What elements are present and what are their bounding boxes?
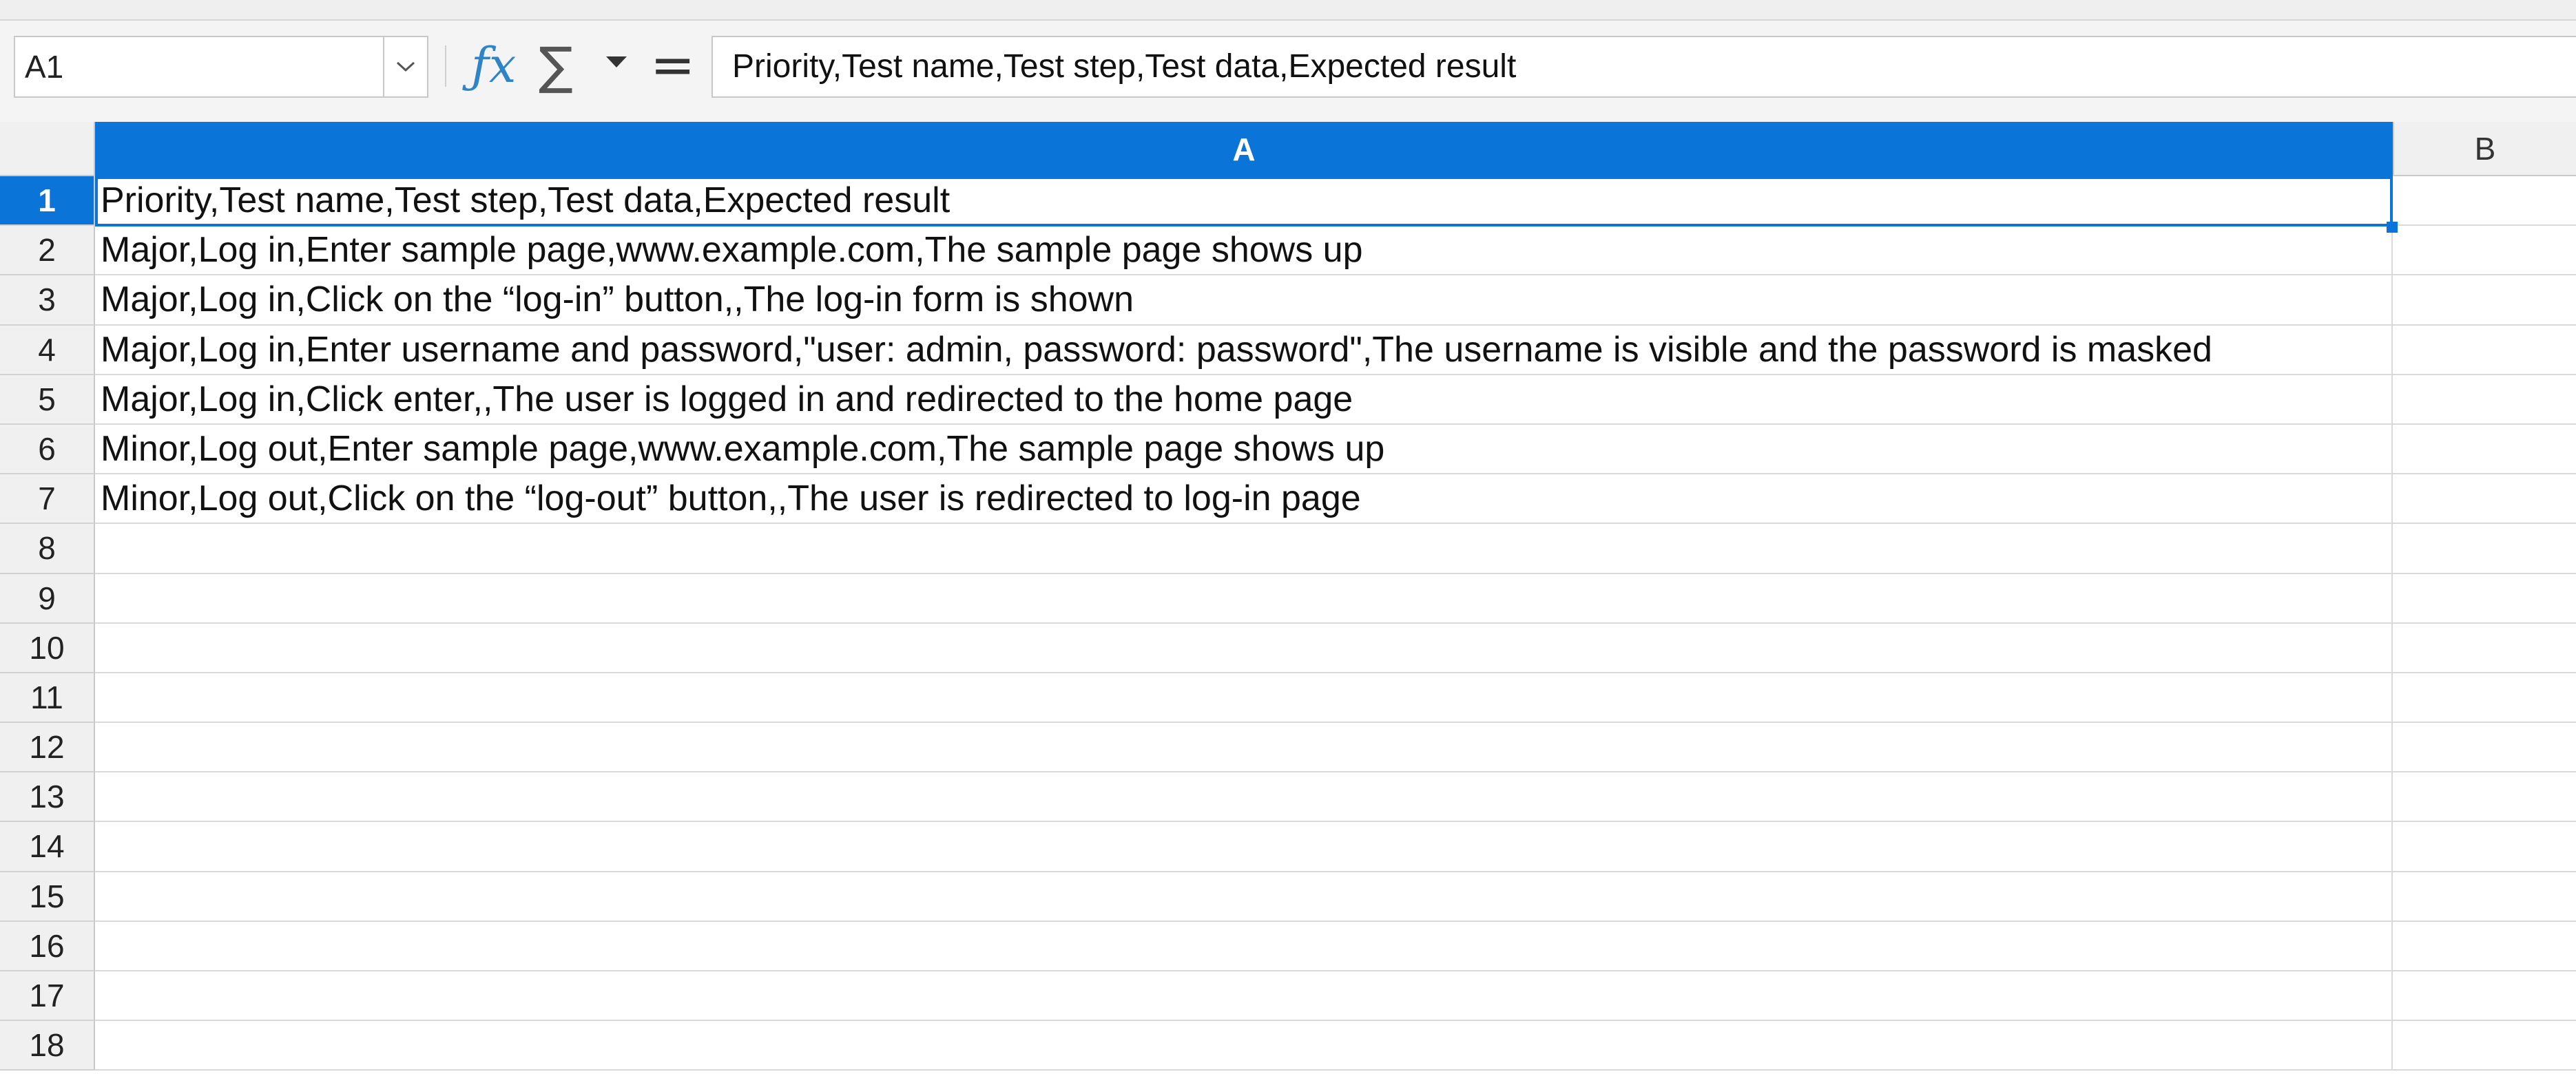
toolbar-separator [445,45,446,87]
cell-b[interactable] [2393,1021,2576,1071]
cell-a[interactable]: Major,Log in,Enter sample page,www.examp… [95,226,2393,276]
row-header[interactable]: 12 [0,723,95,773]
row-header[interactable]: 6 [0,424,95,475]
cell-b[interactable] [2393,624,2576,673]
cell-b[interactable] [2393,673,2576,724]
sum-icon[interactable]: ∑ [539,36,573,96]
cell-a[interactable]: Minor,Log out,Enter sample page,www.exam… [95,424,2393,475]
row-header[interactable]: 5 [0,375,95,425]
table-row: 1 Priority,Test name,Test step,Test data,… [0,176,2576,227]
formula-input-value[interactable]: Priority,Test name,Test step,Test data,E… [732,37,1516,96]
cell-value: Major,Log in,Click on the “log-in” butto… [101,280,1134,320]
table-row: 12 [0,723,2576,773]
table-row: 9 [0,573,2576,624]
table-row: 7 Minor,Log out,Click on the “log-out” bu… [0,474,2576,525]
cell-b[interactable] [2393,425,2576,475]
cell-a[interactable] [95,772,2393,823]
top-toolbar-strip [0,0,2576,21]
table-row: 11 [0,673,2576,724]
row-header[interactable]: 2 [0,226,95,276]
cell-b[interactable] [2393,822,2576,872]
fill-handle[interactable] [2387,222,2398,233]
cell-b[interactable] [2393,226,2576,276]
row-header[interactable]: 13 [0,772,95,823]
row-header[interactable]: 1 [0,176,95,227]
cell-b[interactable] [2393,474,2576,525]
table-row: 17 [0,971,2576,1022]
fx-icon[interactable]: ƒx [471,34,516,96]
cell-b[interactable] [2393,524,2576,574]
table-row: 18 [0,1021,2576,1071]
sum-dropdown-icon[interactable] [606,56,627,67]
table-row: 13 [0,772,2576,823]
cell-a[interactable] [95,524,2393,574]
select-all-corner[interactable] [0,122,95,176]
cell-b[interactable] [2393,176,2576,227]
cell-value: Major,Log in,Enter sample page,www.examp… [101,230,1363,271]
cell-a[interactable] [95,573,2393,624]
cell-b[interactable] [2393,971,2576,1022]
row-header[interactable]: 10 [0,623,95,673]
cell-a[interactable] [95,872,2393,922]
formula-input[interactable]: Priority,Test name,Test step,Test data,E… [711,36,2576,98]
cell-b[interactable] [2393,275,2576,326]
cell-a[interactable] [95,921,2393,971]
row-header[interactable]: 14 [0,822,95,872]
cell-a[interactable] [95,623,2393,673]
cell-value: Major,Log in,Click enter,,The user is lo… [101,379,1353,419]
row-header[interactable]: 9 [0,573,95,624]
row-header[interactable]: 15 [0,872,95,922]
cell-b[interactable] [2393,772,2576,823]
row-header[interactable]: 8 [0,524,95,574]
table-row: 2 Major,Log in,Enter sample page,www.exam… [0,226,2576,276]
row-header[interactable]: 11 [0,673,95,724]
cell-value: Priority,Test name,Test step,Test data,E… [101,180,951,220]
row-header[interactable]: 3 [0,275,95,326]
cell-a[interactable] [95,723,2393,773]
cell-b[interactable] [2393,574,2576,624]
table-row: 6 Minor,Log out,Enter sample page,www.exa… [0,424,2576,475]
cell-a[interactable]: Priority,Test name,Test step,Test data,E… [95,176,2393,227]
cell-b[interactable] [2393,872,2576,922]
table-row: 5 Major,Log in,Click enter,,The user is l… [0,375,2576,425]
cell-b[interactable] [2393,723,2576,773]
table-row: 10 [0,623,2576,673]
row-header[interactable]: 17 [0,971,95,1022]
row-header[interactable]: 16 [0,921,95,971]
column-header-b[interactable]: B [2393,122,2576,176]
cell-a[interactable]: Major,Log in,Click enter,,The user is lo… [95,375,2393,425]
name-box-value[interactable]: A1 [25,37,63,96]
cell-a[interactable]: Major,Log in,Enter username and password… [95,325,2393,375]
table-row: 4 Major,Log in,Enter username and passwor… [0,325,2576,375]
cell-value: Major,Log in,Enter username and password… [101,329,2212,370]
table-row: 15 [0,872,2576,922]
cell-a[interactable] [95,971,2393,1022]
table-row: 14 [0,822,2576,872]
cell-b[interactable] [2393,326,2576,375]
row-header[interactable]: 7 [0,474,95,525]
equals-icon[interactable]: = [650,34,695,96]
table-row: 16 [0,921,2576,971]
formula-bar: A1 ƒx ∑ = Priority,Test name,Test step,T… [0,21,2576,122]
rows-container: 1 Priority,Test name,Test step,Test data,… [0,176,2576,1071]
table-row: 8 [0,524,2576,574]
cell-a[interactable]: Minor,Log out,Click on the “log-out” but… [95,474,2393,525]
row-header[interactable]: 4 [0,325,95,375]
cell-a[interactable] [95,1021,2393,1071]
cell-a[interactable] [95,822,2393,872]
row-header[interactable]: 18 [0,1021,95,1071]
cell-value: Minor,Log out,Click on the “log-out” but… [101,478,1361,519]
chevron-down-icon[interactable] [383,37,427,96]
cell-a[interactable]: Major,Log in,Click on the “log-in” butto… [95,275,2393,326]
cell-value: Minor,Log out,Enter sample page,www.exam… [101,428,1385,469]
cell-b[interactable] [2393,375,2576,425]
column-header-a[interactable]: A [95,122,2393,176]
cell-b[interactable] [2393,922,2576,971]
name-box[interactable]: A1 [14,36,428,98]
table-row: 3 Major,Log in,Click on the “log-in” butt… [0,275,2576,326]
cell-a[interactable] [95,673,2393,724]
spreadsheet-grid: A B 1 Priority,Test name,Test step,Test d… [0,122,2576,1074]
